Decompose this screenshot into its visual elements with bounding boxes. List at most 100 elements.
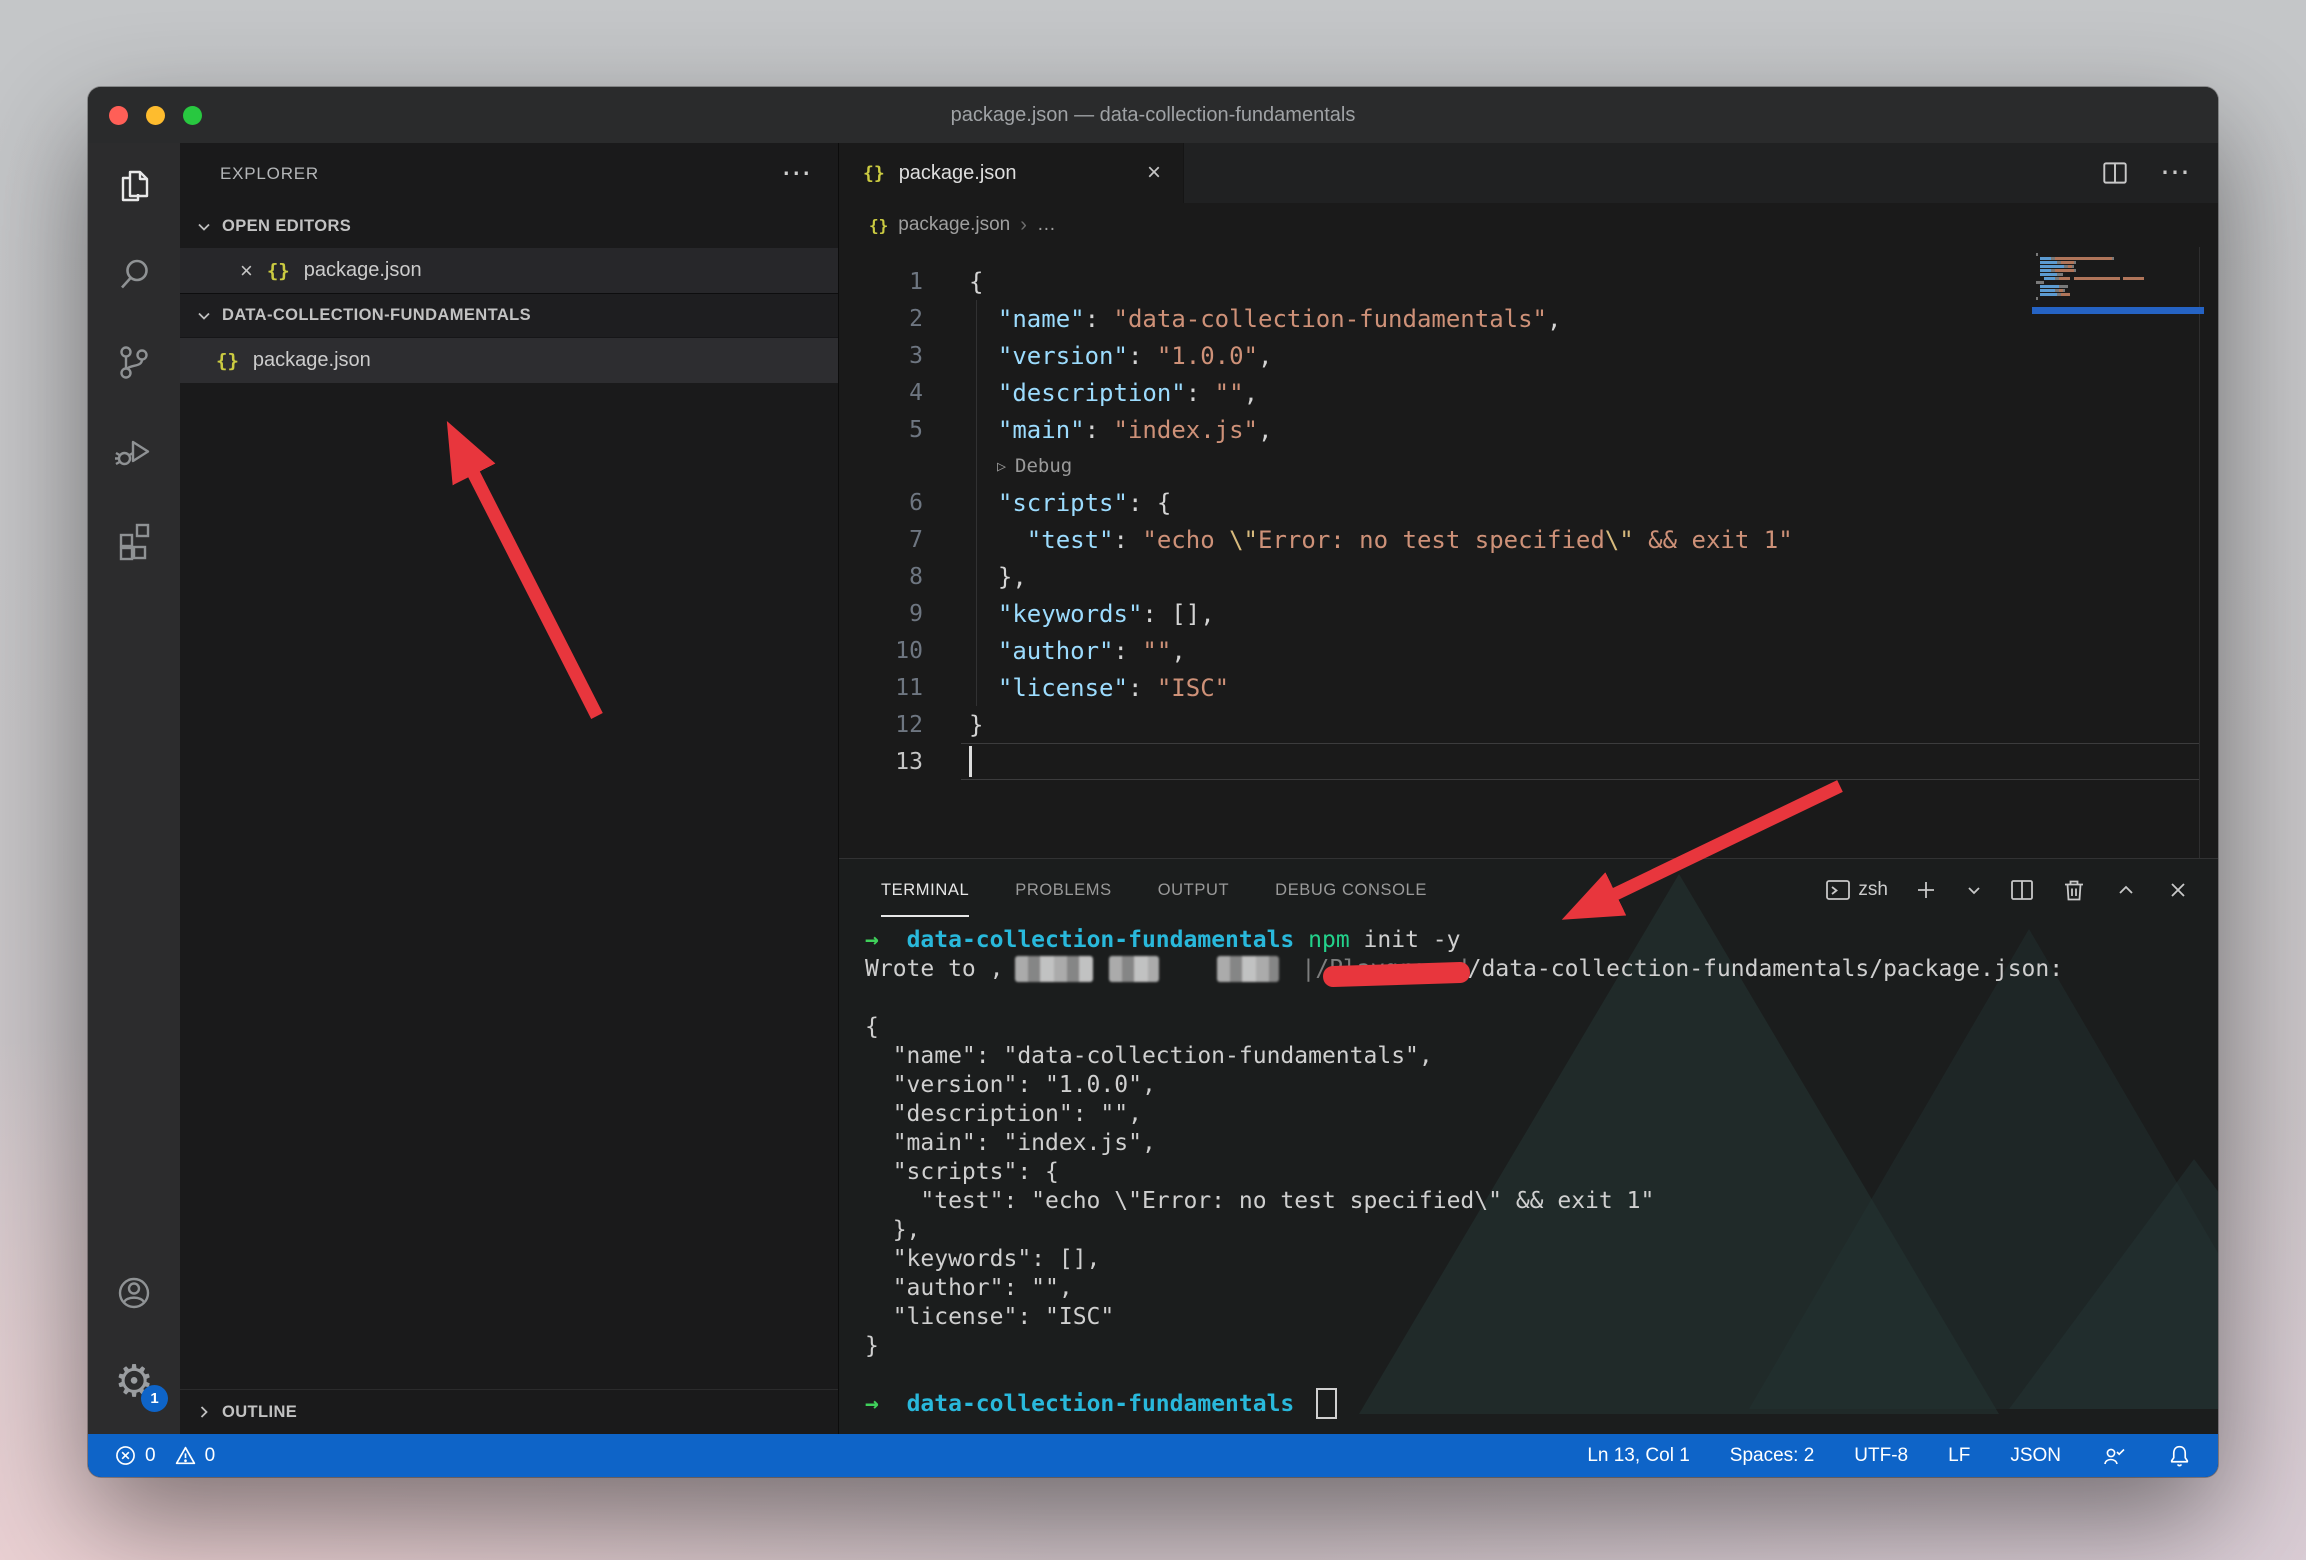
redaction-blur — [1217, 956, 1279, 982]
editor-line-4[interactable]: 4 "description": "", — [839, 374, 2218, 411]
json-file-icon: {} — [869, 216, 888, 235]
editor-actions: ⋯ — [2100, 143, 2218, 203]
json-file-icon: {} — [216, 350, 239, 372]
editor-tab-bar: {} package.json × ⋯ — [839, 143, 2218, 203]
terminal-panel: TERMINAL PROBLEMS OUTPUT DEBUG CONSOLE z… — [839, 858, 2218, 1434]
open-editor-filename: package.json — [304, 259, 422, 282]
tab-close-icon[interactable]: × — [1143, 157, 1165, 189]
indentation-status[interactable]: Spaces: 2 — [1730, 1445, 1815, 1467]
new-terminal-icon[interactable] — [1912, 876, 1940, 904]
terminal-line: → data-collection-fundamentals — [865, 1389, 2218, 1418]
play-icon: ▷ — [997, 457, 1006, 475]
problems-status[interactable]: 0 0 — [114, 1444, 215, 1467]
more-actions-icon[interactable]: ⋯ — [2160, 168, 2190, 178]
sidebar-title-row: EXPLORER ⋯ — [180, 143, 838, 205]
terminal-line — [865, 983, 2218, 1012]
redaction-blur — [1109, 956, 1159, 982]
files-icon[interactable] — [88, 143, 180, 231]
tab-output[interactable]: OUTPUT — [1158, 875, 1229, 906]
editor-line-10[interactable]: 10 "author": "", — [839, 632, 2218, 669]
extensions-icon[interactable] — [88, 495, 180, 583]
settings-badge: 1 — [141, 1385, 168, 1412]
terminal-line: "version": "1.0.0", — [865, 1070, 2218, 1099]
status-bar: 0 0 Ln 13, Col 1 Spaces: 2 UTF-8 LF JSON — [88, 1434, 2218, 1477]
close-panel-icon[interactable] — [2164, 876, 2192, 904]
split-terminal-icon[interactable] — [2008, 876, 2036, 904]
minimap-current-line — [2032, 307, 2204, 314]
account-icon[interactable] — [88, 1250, 180, 1338]
notifications-bell-icon[interactable] — [2167, 1443, 2192, 1468]
editor-line-2[interactable]: 2 "name": "data-collection-fundamentals"… — [839, 300, 2218, 337]
tree-item-package-json[interactable]: {} package.json — [180, 338, 838, 383]
close-icon[interactable]: × — [240, 258, 253, 284]
tab-problems[interactable]: PROBLEMS — [1015, 875, 1112, 906]
json-file-icon: {} — [267, 260, 290, 282]
code-editor[interactable]: 1{2 "name": "data-collection-fundamental… — [839, 247, 2218, 858]
encoding-status[interactable]: UTF-8 — [1854, 1445, 1908, 1467]
error-icon — [114, 1444, 137, 1467]
redaction-bar — [1323, 961, 1471, 987]
workspace-folder-header[interactable]: DATA-COLLECTION-FUNDAMENTALS — [180, 293, 838, 338]
settings-gear-icon[interactable]: ⚙ 1 — [88, 1338, 180, 1426]
panel-actions: zsh — [1824, 876, 2192, 904]
search-icon[interactable] — [88, 231, 180, 319]
terminal-line: Wrote to ,|/Playground/data-collection-f… — [865, 954, 2218, 983]
editor-line-12[interactable]: 12} — [839, 706, 2218, 743]
editor-line-3[interactable]: 3 "version": "1.0.0", — [839, 337, 2218, 374]
language-mode-status[interactable]: JSON — [2010, 1445, 2061, 1467]
editor-line-1[interactable]: 1{ — [839, 263, 2218, 300]
shell-label: zsh — [1858, 879, 1888, 901]
codelens-debug[interactable]: ▷Debug — [839, 448, 2218, 484]
feedback-icon[interactable] — [2101, 1443, 2127, 1469]
editor-line-7[interactable]: 7 "test": "echo \"Error: no test specifi… — [839, 521, 2218, 558]
terminal-line: }, — [865, 1215, 2218, 1244]
terminal-icon — [1824, 876, 1852, 904]
breadcrumb-more[interactable]: … — [1037, 214, 1056, 236]
terminal-line — [865, 1360, 2218, 1389]
tab-debug-console[interactable]: DEBUG CONSOLE — [1275, 875, 1427, 906]
warning-count: 0 — [205, 1445, 216, 1467]
chevron-down-icon — [194, 217, 214, 237]
tab-package-json[interactable]: {} package.json × — [839, 143, 1184, 203]
open-editors-header[interactable]: OPEN EDITORS — [180, 205, 838, 248]
terminal-line: "test": "echo \"Error: no test specified… — [865, 1186, 2218, 1215]
terminal-line: "scripts": { — [865, 1157, 2218, 1186]
shell-picker[interactable]: zsh — [1824, 876, 1888, 904]
cursor-position-status[interactable]: Ln 13, Col 1 — [1587, 1445, 1689, 1467]
redaction-blur — [1015, 956, 1093, 982]
sidebar-title: EXPLORER — [220, 164, 319, 184]
open-editor-item-package-json[interactable]: × {} package.json — [180, 248, 838, 293]
editor-line-8[interactable]: 8 }, — [839, 558, 2218, 595]
terminal-cursor — [1316, 1388, 1337, 1419]
json-file-icon: {} — [863, 163, 885, 184]
titlebar: package.json — data-collection-fundament… — [88, 87, 2218, 143]
source-control-icon[interactable] — [88, 319, 180, 407]
kill-terminal-trash-icon[interactable] — [2060, 876, 2088, 904]
run-debug-icon[interactable] — [88, 407, 180, 495]
maximize-panel-chevron-up-icon[interactable] — [2112, 876, 2140, 904]
outline-header[interactable]: OUTLINE — [180, 1389, 838, 1434]
tab-terminal[interactable]: TERMINAL — [881, 875, 969, 906]
activity-bar: ⚙ 1 — [88, 143, 180, 1434]
terminal-dropdown-chevron-icon[interactable] — [1964, 880, 1984, 900]
terminal-line: → data-collection-fundamentals npm init … — [865, 925, 2218, 954]
explorer-more-actions-icon[interactable]: ⋯ — [781, 169, 812, 179]
minimap[interactable] — [2036, 253, 2200, 314]
breadcrumb-file[interactable]: package.json — [898, 214, 1010, 236]
editor-line-6[interactable]: 6 "scripts": { — [839, 484, 2218, 521]
editor-line-9[interactable]: 9 "keywords": [], — [839, 595, 2218, 632]
tree-item-filename: package.json — [253, 349, 371, 372]
editor-line-11[interactable]: 11 "license": "ISC" — [839, 669, 2218, 706]
editor-line-5[interactable]: 5 "main": "index.js", — [839, 411, 2218, 448]
breadcrumb[interactable]: {} package.json › … — [839, 203, 2218, 247]
panel-tabs: TERMINAL PROBLEMS OUTPUT DEBUG CONSOLE — [881, 875, 1427, 906]
split-editor-icon[interactable] — [2100, 158, 2130, 188]
editor-line-13[interactable]: 13 — [839, 743, 2218, 780]
warning-icon — [174, 1444, 197, 1467]
vscode-window: package.json — data-collection-fundament… — [88, 87, 2218, 1477]
window-title: package.json — data-collection-fundament… — [88, 104, 2218, 127]
terminal-line: "author": "", — [865, 1273, 2218, 1302]
eol-status[interactable]: LF — [1948, 1445, 1970, 1467]
terminal-line: } — [865, 1331, 2218, 1360]
terminal-output[interactable]: → data-collection-fundamentals npm init … — [839, 921, 2218, 1434]
